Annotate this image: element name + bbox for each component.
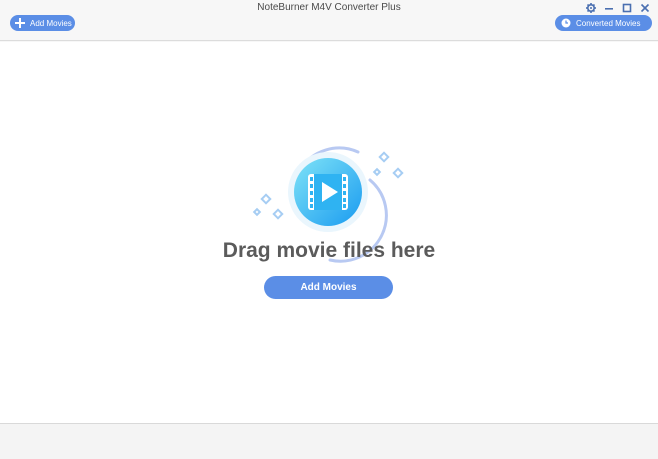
converted-movies-label: Converted Movies (576, 18, 641, 28)
app-title: NoteBurner M4V Converter Plus (257, 2, 401, 13)
converted-movies-button[interactable]: Converted Movies (555, 15, 652, 31)
clock-icon (560, 18, 571, 29)
add-movies-button[interactable]: Add Movies (264, 276, 393, 299)
plus-icon (14, 18, 25, 29)
add-movies-toolbar-label: Add Movies (30, 18, 72, 28)
status-bar (0, 423, 658, 459)
maximize-icon[interactable] (622, 3, 632, 13)
gear-icon[interactable] (586, 3, 596, 13)
drop-title: Drag movie files here (222, 239, 436, 262)
close-icon[interactable] (640, 3, 650, 13)
add-movies-toolbar-button[interactable]: Add Movies (10, 15, 75, 31)
drop-zone[interactable]: Drag movie files here Add Movies (0, 42, 658, 423)
minimize-icon[interactable] (604, 3, 614, 13)
title-bar: NoteBurner M4V Converter Plus Add Movies… (0, 0, 658, 41)
window-controls (586, 2, 650, 14)
app-window: NoteBurner M4V Converter Plus Add Movies… (0, 0, 658, 459)
